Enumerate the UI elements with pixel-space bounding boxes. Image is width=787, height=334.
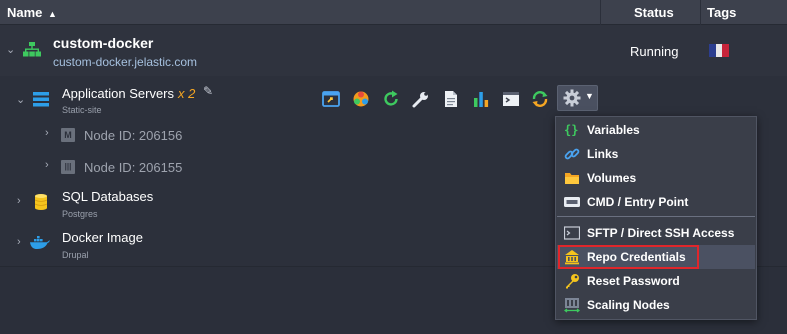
- menu-item-label: Variables: [587, 123, 640, 137]
- menu-item-label: Reset Password: [587, 274, 680, 288]
- menu-item-label: SFTP / Direct SSH Access: [587, 226, 735, 240]
- server-stack-icon: [33, 92, 49, 107]
- addons-icon[interactable]: [351, 89, 371, 109]
- menu-item-label: CMD / Entry Point: [587, 195, 689, 209]
- chevron-down-icon[interactable]: ⌄: [16, 93, 25, 106]
- group-subtitle-app-servers: Static-site: [62, 105, 102, 115]
- environment-status: Running: [630, 44, 679, 59]
- chevron-right-icon[interactable]: ›: [17, 236, 21, 248]
- menu-item-sftp-ssh[interactable]: SFTP / Direct SSH Access: [557, 221, 755, 245]
- link-chain-icon: [564, 148, 580, 160]
- node-type-icon: |||: [61, 160, 75, 174]
- table-header: Name ▲ Status Tags: [0, 0, 787, 25]
- menu-item-cmd-entry-point[interactable]: CMD / Entry Point: [557, 190, 755, 214]
- chevron-right-icon[interactable]: ›: [17, 195, 21, 207]
- tags-column-header[interactable]: Tags: [707, 0, 736, 25]
- environment-domain-link[interactable]: custom-docker.jelastic.com: [53, 55, 197, 69]
- menu-item-scaling-nodes[interactable]: Scaling Nodes: [557, 293, 755, 317]
- chevron-right-icon[interactable]: ›: [45, 127, 49, 139]
- variables-braces-icon: {}: [564, 123, 579, 137]
- menu-item-reset-password[interactable]: Reset Password: [557, 269, 755, 293]
- edit-pencil-icon[interactable]: ✎: [203, 84, 213, 98]
- menu-item-volumes[interactable]: Volumes: [557, 166, 755, 190]
- gear-icon: [563, 89, 581, 107]
- chevron-right-icon[interactable]: ›: [45, 159, 49, 171]
- docker-whale-icon: [30, 236, 50, 249]
- group-title-sql-databases[interactable]: SQL Databases: [62, 189, 153, 204]
- log-file-icon[interactable]: [441, 89, 461, 109]
- topology-icon: [23, 42, 41, 57]
- folder-icon: [565, 173, 579, 184]
- restart-icon[interactable]: [381, 89, 401, 109]
- group-subtitle-docker-image: Drupal: [62, 250, 89, 260]
- redeploy-icon[interactable]: [530, 89, 550, 109]
- menu-item-label: Scaling Nodes: [587, 298, 670, 312]
- menu-separator: [557, 216, 755, 217]
- highlight-box: [558, 245, 699, 269]
- menu-item-label: Volumes: [587, 171, 637, 185]
- menu-item-label: Links: [587, 147, 619, 161]
- node-count-multiplier: x 2: [178, 86, 196, 101]
- config-wrench-icon[interactable]: [411, 89, 431, 109]
- group-subtitle-sql-databases: Postgres: [62, 209, 98, 219]
- statistics-icon[interactable]: [471, 89, 491, 109]
- name-column-header[interactable]: Name ▲: [7, 0, 57, 25]
- terminal-icon: [564, 226, 580, 240]
- open-in-browser-icon[interactable]: [321, 89, 341, 109]
- web-ssh-icon[interactable]: [501, 89, 521, 109]
- status-column-header[interactable]: Status: [634, 0, 674, 25]
- sort-ascending-icon: ▲: [48, 9, 57, 19]
- menu-item-links[interactable]: Links: [557, 142, 755, 166]
- chevron-down-icon[interactable]: ⌄: [6, 43, 15, 56]
- cmd-icon: [564, 197, 580, 207]
- caret-down-icon: ▼: [585, 91, 594, 101]
- settings-dropdown-menu: {} Variables Links Volumes CMD / Entry P…: [555, 116, 757, 320]
- menu-item-variables[interactable]: {} Variables: [557, 118, 755, 142]
- key-icon: [566, 274, 579, 289]
- node-id-label[interactable]: Node ID: 206156: [84, 128, 182, 143]
- tag-flag-icon[interactable]: [709, 44, 729, 57]
- group-title-docker-image[interactable]: Docker Image: [62, 230, 143, 245]
- node-id-label[interactable]: Node ID: 206155: [84, 160, 182, 175]
- node-type-icon: M: [61, 128, 75, 142]
- name-header-label: Name: [7, 5, 43, 20]
- environment-name[interactable]: custom-docker: [53, 35, 153, 51]
- database-icon: [35, 194, 47, 210]
- scaling-nodes-icon: [564, 298, 580, 313]
- group-title-app-servers[interactable]: Application Servers: [62, 86, 174, 101]
- settings-gear-button[interactable]: ▼: [557, 85, 598, 111]
